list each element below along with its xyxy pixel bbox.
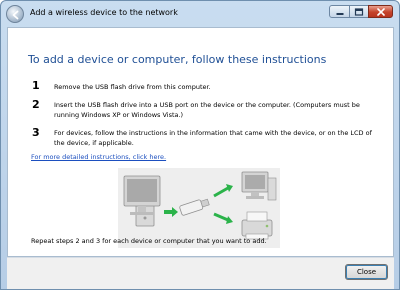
window-title: Add a wireless device to the network: [30, 8, 178, 17]
step-text: Remove the USB flash drive from this com…: [54, 83, 211, 91]
usb-flash-drive-icon: [179, 198, 210, 216]
computer-icon: [241, 171, 277, 201]
page-heading: To add a device or computer, follow thes…: [28, 53, 327, 66]
step-text: For devices, follow the instructions in …: [54, 129, 372, 147]
maximize-button[interactable]: [349, 5, 369, 18]
step-text: Insert the USB flash drive into a USB po…: [54, 101, 360, 119]
printer-icon: [241, 211, 273, 240]
green-arrow-icon: [213, 212, 233, 224]
green-arrow-icon: [213, 184, 233, 198]
title-bar[interactable]: Add a wireless device to the network: [1, 1, 399, 27]
monitor-icon: [123, 175, 161, 215]
main-content: To add a device or computer, follow thes…: [7, 27, 394, 257]
detailed-instructions-link[interactable]: For more detailed instructions, click he…: [31, 153, 166, 161]
dialog-window: Add a wireless device to the network To …: [0, 0, 400, 290]
minimize-button[interactable]: [329, 5, 350, 18]
green-arrow-icon: [164, 207, 178, 217]
close-window-button[interactable]: [368, 5, 393, 18]
usb-transfer-illustration: [118, 168, 280, 248]
maximize-icon: [354, 7, 364, 16]
back-button[interactable]: [6, 5, 24, 23]
minimize-icon: [336, 12, 343, 15]
repeat-instructions: Repeat steps 2 and 3 for each device or …: [31, 237, 267, 245]
close-button[interactable]: Close: [345, 264, 388, 280]
step-number: 2: [32, 98, 40, 111]
step-number: 1: [32, 79, 40, 92]
step-number: 3: [32, 126, 40, 139]
close-icon: [376, 7, 385, 16]
back-arrow-icon: [12, 10, 19, 20]
button-bar: [7, 257, 394, 289]
